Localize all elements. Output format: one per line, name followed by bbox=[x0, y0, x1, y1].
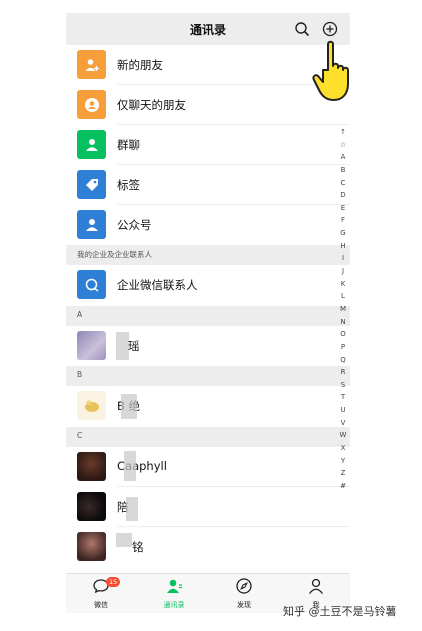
contact-name: 铭 bbox=[132, 540, 144, 554]
index-letter[interactable]: N bbox=[336, 316, 350, 329]
index-letter[interactable]: Q bbox=[336, 354, 350, 367]
new-friends-item[interactable]: 新的朋友 bbox=[66, 45, 350, 85]
redaction bbox=[121, 394, 137, 419]
section-label: B bbox=[77, 370, 83, 379]
index-letter[interactable]: ↑ bbox=[336, 126, 350, 139]
unread-badge: 15 bbox=[106, 577, 121, 587]
index-letter[interactable]: # bbox=[336, 480, 350, 493]
section-label: A bbox=[77, 310, 83, 319]
index-letter[interactable]: H bbox=[336, 240, 350, 253]
index-letter[interactable]: D bbox=[336, 189, 350, 202]
tab-contacts[interactable]: 通讯录 bbox=[149, 577, 199, 610]
index-letter[interactable]: M bbox=[336, 303, 350, 316]
index-letter[interactable]: I bbox=[336, 252, 350, 265]
feature-label: 企业微信联系人 bbox=[117, 278, 198, 292]
search-icon[interactable] bbox=[294, 21, 310, 37]
official-accounts-item[interactable]: 公众号 bbox=[66, 205, 350, 245]
index-letter[interactable]: V bbox=[336, 417, 350, 430]
contact-list: 新的朋友 仅聊天的朋友 群聊 标签 公众号 我的企业及企业联系人 企业微信联系人… bbox=[66, 45, 350, 567]
section-header-enterprise: 我的企业及企业联系人 bbox=[66, 245, 350, 265]
phone-screen: 通讯录 新的朋友 仅聊天的朋友 群聊 标签 公众号 我的企业及企业联系人 企业微… bbox=[66, 13, 350, 613]
index-letter[interactable]: Y bbox=[336, 455, 350, 468]
redaction bbox=[124, 451, 136, 481]
redaction bbox=[126, 497, 138, 521]
official-account-icon bbox=[77, 210, 106, 239]
section-label: C bbox=[77, 431, 83, 440]
index-letter[interactable]: U bbox=[336, 404, 350, 417]
section-label: 我的企业及企业联系人 bbox=[77, 250, 152, 259]
chat-only-icon bbox=[77, 90, 106, 119]
avatar bbox=[77, 492, 106, 521]
index-letter[interactable]: X bbox=[336, 442, 350, 455]
index-letter[interactable]: C bbox=[336, 177, 350, 190]
contact-row[interactable]: 铭 bbox=[66, 527, 350, 567]
top-bar: 通讯录 bbox=[66, 13, 350, 45]
index-letter[interactable]: S bbox=[336, 379, 350, 392]
index-letter[interactable]: P bbox=[336, 341, 350, 354]
index-letter[interactable]: L bbox=[336, 290, 350, 303]
avatar bbox=[77, 532, 106, 561]
section-header-b: B bbox=[66, 366, 350, 386]
section-header-c: C bbox=[66, 427, 350, 447]
tab-label: 发现 bbox=[237, 601, 251, 609]
feature-label: 新的朋友 bbox=[117, 58, 163, 72]
index-letter[interactable]: A bbox=[336, 151, 350, 164]
enterprise-contacts-item[interactable]: 企业微信联系人 bbox=[66, 265, 350, 306]
compass-icon bbox=[236, 578, 252, 594]
redaction bbox=[116, 533, 132, 547]
tab-discover[interactable]: 发现 bbox=[219, 577, 269, 610]
alphabet-index[interactable]: ↑ ☆ A B C D E F G H I J K L M N O P Q R S T U V W X Y Z # bbox=[336, 126, 350, 493]
contact-row[interactable]: B 绝 bbox=[66, 386, 350, 427]
tags-item[interactable]: 标签 bbox=[66, 165, 350, 205]
avatar bbox=[77, 391, 106, 420]
index-letter[interactable]: W bbox=[336, 429, 350, 442]
index-letter[interactable]: F bbox=[336, 214, 350, 227]
avatar bbox=[77, 331, 106, 360]
group-icon bbox=[77, 130, 106, 159]
index-letter[interactable]: R bbox=[336, 366, 350, 379]
index-letter[interactable]: O bbox=[336, 328, 350, 341]
index-letter[interactable]: J bbox=[336, 265, 350, 278]
contact-name: 瑶 bbox=[128, 339, 140, 353]
contact-row[interactable]: Caaphyll bbox=[66, 447, 350, 487]
index-letter[interactable]: G bbox=[336, 227, 350, 240]
index-letter[interactable]: T bbox=[336, 391, 350, 404]
contacts-icon bbox=[167, 579, 182, 593]
watermark: 知乎 @土豆不是马铃薯 bbox=[283, 605, 397, 618]
chat-only-friends-item[interactable]: 仅聊天的朋友 bbox=[66, 85, 350, 125]
enterprise-icon bbox=[77, 270, 106, 299]
contact-row[interactable]: 瑶 bbox=[66, 326, 350, 366]
tab-label: 通讯录 bbox=[163, 601, 185, 609]
index-letter[interactable]: E bbox=[336, 202, 350, 215]
tag-icon bbox=[77, 170, 106, 199]
group-chats-item[interactable]: 群聊 bbox=[66, 125, 350, 165]
index-letter[interactable]: Z bbox=[336, 467, 350, 480]
feature-label: 公众号 bbox=[117, 218, 152, 232]
tab-label: 微信 bbox=[94, 601, 108, 609]
feature-label: 群聊 bbox=[117, 138, 140, 152]
feature-label: 仅聊天的朋友 bbox=[117, 98, 186, 112]
index-letter[interactable]: K bbox=[336, 278, 350, 291]
index-letter[interactable]: ☆ bbox=[336, 139, 350, 152]
person-icon bbox=[308, 578, 324, 594]
pointing-hand-icon bbox=[312, 40, 349, 101]
plus-circle-icon[interactable] bbox=[322, 21, 338, 37]
index-letter[interactable]: B bbox=[336, 164, 350, 177]
add-friend-icon bbox=[77, 50, 106, 79]
feature-label: 标签 bbox=[117, 178, 140, 192]
section-header-a: A bbox=[66, 306, 350, 326]
contact-row[interactable]: 陪 bbox=[66, 487, 350, 527]
avatar bbox=[77, 452, 106, 481]
tab-chats[interactable]: 15 微信 bbox=[76, 577, 126, 610]
